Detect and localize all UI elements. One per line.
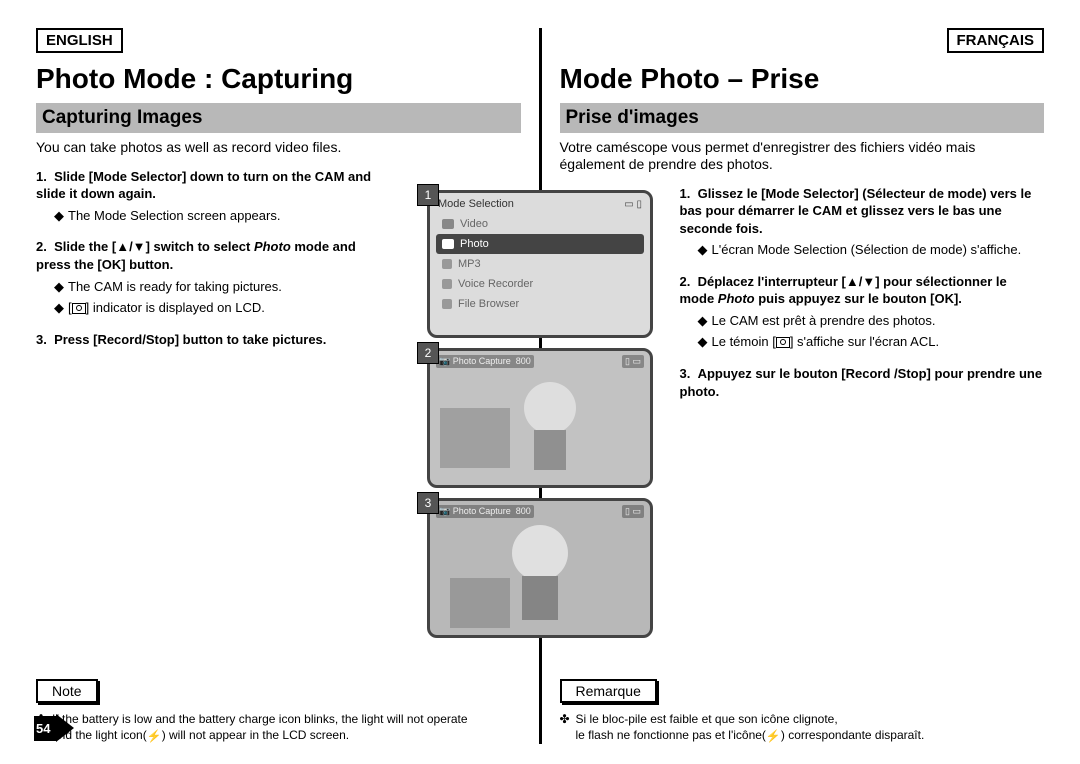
battery-icon: ▯ ▭ <box>622 505 644 518</box>
battery-icon: ▯ ▭ <box>622 355 644 368</box>
step-2-sub2-fr: ◆Le témoin [] s'affiche sur l'écran ACL. <box>680 333 1045 351</box>
intro-french: Votre caméscope vous permet d'enregistre… <box>560 139 1045 173</box>
menu-item-mp3: MP3 <box>436 254 644 274</box>
note-text-fr: ✤Si le bloc-pile est faible et que son i… <box>560 711 1045 744</box>
note-label-en: Note <box>36 679 98 703</box>
step-2-en: 2. Slide the [▲/▼] switch to select Phot… <box>36 239 356 272</box>
camera-icon <box>72 303 86 314</box>
lang-label-english: ENGLISH <box>36 28 123 53</box>
video-icon <box>442 219 454 229</box>
page-number: 54 <box>36 714 74 742</box>
intro-english: You can take photos as well as record vi… <box>36 139 521 156</box>
camera-small-icon: 📷 <box>439 506 450 516</box>
camera-icon <box>776 337 790 348</box>
menu-item-video: Video <box>436 214 644 234</box>
subtitle-french: Prise d'images <box>560 103 1045 133</box>
menu-item-file: File Browser <box>436 294 644 314</box>
mode-selection-screen: Mode Selection ▭ ▯ Video Photo MP3 Voice … <box>427 190 653 338</box>
camera-small-icon: 📷 <box>439 356 450 366</box>
step-3-fr: 3. Appuyez sur le bouton [Record /Stop] … <box>680 366 1043 399</box>
step-1-sub-en: ◆The Mode Selection screen appears. <box>36 207 391 225</box>
subtitle-english: Capturing Images <box>36 103 521 133</box>
title-french: Mode Photo – Prise <box>560 63 1045 95</box>
status-icons: ▭ ▯ <box>624 199 642 210</box>
note-text-en: ✤If the battery is low and the battery c… <box>36 711 521 744</box>
step-1-en: 1. Slide [Mode Selector] down to turn on… <box>36 169 371 202</box>
flash-icon: ⚡ <box>147 728 162 744</box>
lang-label-french: FRANÇAIS <box>947 28 1045 53</box>
step-2-sub2-en: ◆[] indicator is displayed on LCD. <box>36 299 391 317</box>
step-1-sub-fr: ◆L'écran Mode Selection (Sélection de mo… <box>680 241 1045 259</box>
figure-number-3: 3 <box>417 492 439 514</box>
menu-item-photo: Photo <box>436 234 644 254</box>
figure-number-2: 2 <box>417 342 439 364</box>
step-3-en: 3. Press [Record/Stop] button to take pi… <box>36 332 326 347</box>
mp3-icon <box>442 259 452 269</box>
step-2-sub1-en: ◆The CAM is ready for taking pictures. <box>36 278 391 296</box>
figure-number-1: 1 <box>417 184 439 206</box>
file-icon <box>442 299 452 309</box>
step-2-fr: 2. Déplacez l'interrupteur [▲/▼] pour sé… <box>680 274 1007 307</box>
mode-selection-title: Mode Selection <box>438 198 514 210</box>
mic-icon <box>442 279 452 289</box>
step-1-fr: 1. Glissez le [Mode Selector] (Sélecteur… <box>680 186 1032 236</box>
photo-capture-screen-2: 📷 Photo Capture 800▯ ▭ <box>427 498 653 638</box>
flash-icon: ⚡ <box>766 728 781 744</box>
step-2-sub1-fr: ◆Le CAM est prêt à prendre des photos. <box>680 312 1045 330</box>
photo-icon <box>442 239 454 249</box>
title-english: Photo Mode : Capturing <box>36 63 521 95</box>
menu-item-voice: Voice Recorder <box>436 274 644 294</box>
photo-capture-screen-1: 📷 Photo Capture 800▯ ▭ <box>427 348 653 488</box>
note-label-fr: Remarque <box>560 679 657 703</box>
